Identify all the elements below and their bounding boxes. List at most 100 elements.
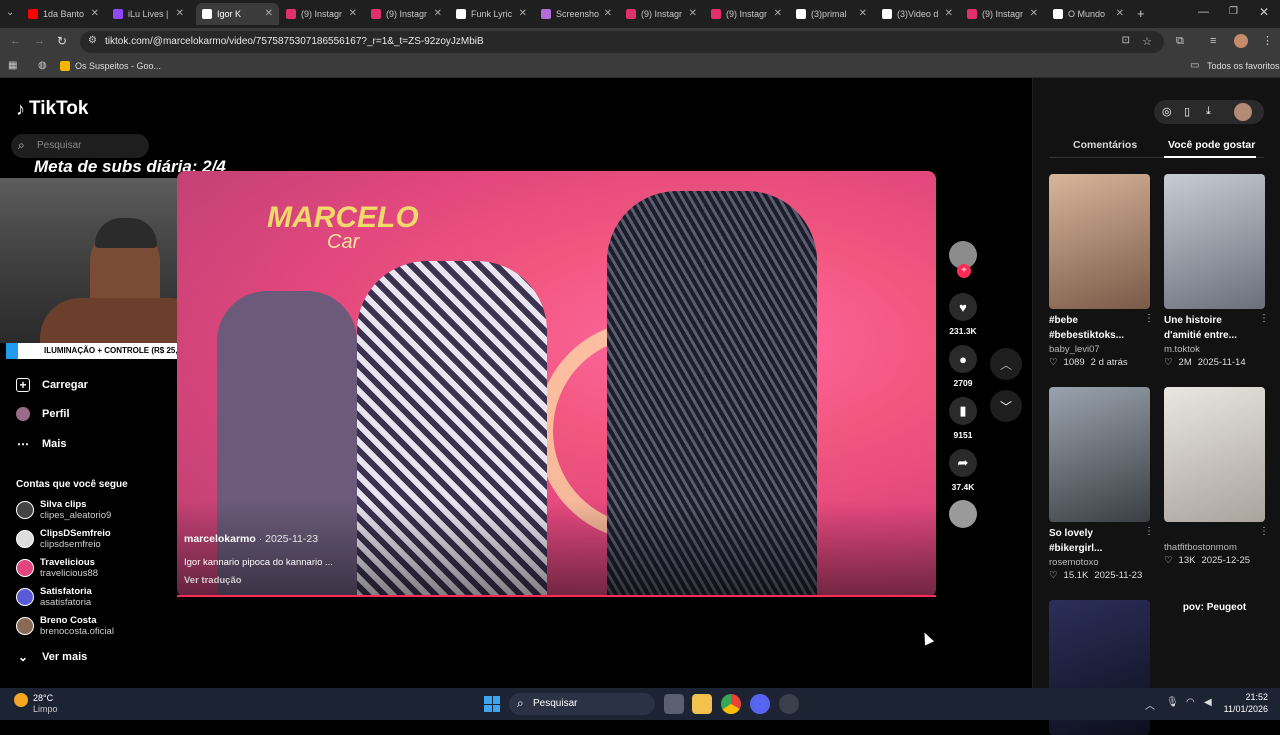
bookmark-star-icon[interactable]: ☆ [1142,35,1152,48]
tab-close-icon[interactable]: ✕ [434,8,442,19]
user-avatar[interactable] [1234,103,1252,121]
tab-close-icon[interactable]: ✕ [774,8,782,19]
translate-link[interactable]: Ver tradução [184,575,242,586]
video-thumbnail[interactable] [1164,174,1265,309]
nav-profile[interactable]: Perfil [16,407,70,421]
tab-close-icon[interactable]: ✕ [859,8,867,19]
nav-upload[interactable]: + Carregar [16,378,88,392]
browser-tab[interactable]: Igor K ✕ [196,3,279,25]
card-menu-icon[interactable]: ⋮ [1259,313,1269,324]
search-input[interactable]: ⌕ Pesquisar [11,134,149,158]
nav-more[interactable]: ⋯ Mais [16,437,66,451]
browser-tab[interactable]: (3)Video d ✕ [876,3,959,25]
next-video-button[interactable]: ﹀ [990,390,1022,422]
tab-close-icon[interactable]: ✕ [176,8,184,19]
card-author[interactable]: m.toktok [1164,344,1265,355]
browser-tab[interactable]: 1da Banto ✕ [22,3,105,25]
follow-plus-icon[interactable]: + [957,264,971,278]
new-tab-button[interactable]: + [1137,6,1145,21]
windows-start-icon[interactable] [484,696,500,712]
reload-button[interactable]: ↻ [57,34,67,48]
video-thumbnail[interactable] [1164,387,1265,522]
author-avatar-button[interactable]: + [949,241,977,278]
suggested-video-card[interactable]: ⋮ thatfitbostonmom ♡ 13K 2025-12-25 [1164,387,1269,566]
extensions-icon[interactable]: ⧉ [1176,35,1184,48]
browser-tab[interactable]: (9) Instagr ✕ [620,3,703,25]
file-explorer-icon[interactable] [692,694,712,714]
tab-close-icon[interactable]: ✕ [91,8,99,19]
following-account[interactable]: Breno Costa brenocosta.oficial [16,613,161,639]
browser-tab[interactable]: (3)primal ✕ [790,3,873,25]
microphone-icon[interactable]: 🎙 [1166,697,1179,708]
tab-close-icon[interactable]: ✕ [1030,8,1038,19]
card-author[interactable]: thatfitbostonmom [1164,542,1265,553]
video-thumbnail[interactable] [1049,387,1150,522]
like-button[interactable]: ♥ 231.3K [949,293,977,336]
address-bar[interactable]: ⚙ tiktok.com/@marcelokarmo/video/7575875… [80,31,1164,53]
chrome-icon[interactable] [721,694,741,714]
suggested-video-card[interactable]: ⋮ #bebe #bebestiktoks... baby_levi07 ♡ 1089 2… [1049,174,1154,368]
card-menu-icon[interactable]: ⋮ [1144,526,1154,537]
tab-close-icon[interactable]: ✕ [604,8,612,19]
volume-icon[interactable]: ◀ [1204,697,1212,708]
tab-comments[interactable]: Comentários [1073,139,1137,151]
chrome-menu-icon[interactable]: ⋮ [1262,34,1273,47]
media-controls-icon[interactable]: ≡ [1210,35,1216,47]
taskbar-search[interactable]: ⌕ Pesquisar [509,693,655,715]
card-author[interactable]: baby_levi07 [1049,344,1150,355]
phone-icon[interactable]: ▯ [1184,105,1190,118]
browser-tab[interactable]: O Mundo ✕ [1047,3,1130,25]
music-disc-button[interactable] [949,500,977,528]
share-button[interactable]: ➦ 37.4K [949,449,977,492]
wifi-icon[interactable]: ◠ [1186,697,1195,708]
weather-icon[interactable] [14,693,28,707]
browser-tab[interactable]: (9) Instagr ✕ [280,3,363,25]
comment-button[interactable]: ● 2709 [949,345,977,388]
profile-avatar[interactable] [1234,34,1248,48]
following-account[interactable]: Silva clips clipes_aleatorio9 [16,497,161,523]
compass-icon[interactable]: ◎ [1162,105,1172,118]
app-icon[interactable] [779,694,799,714]
video-progress-bar[interactable] [177,595,936,597]
suggested-video-card[interactable]: ⋮ So lovely #bikergirl... rosemotoxo ♡ 15.1K… [1049,387,1154,581]
tab-close-icon[interactable]: ✕ [1116,8,1124,19]
clock-time[interactable]: 21:52 [1226,692,1268,702]
tray-overflow-icon[interactable]: ︿ [1145,697,1155,712]
suggested-video-card[interactable]: ⋮ Une histoire d'amitié entre... m.toktok ♡… [1164,174,1269,368]
download-icon[interactable]: ⤓ [1206,105,1211,118]
tab-close-icon[interactable]: ✕ [689,8,697,19]
back-button[interactable]: ← [10,35,21,47]
forward-button[interactable]: → [34,35,45,47]
browser-tab[interactable]: (9) Instagr ✕ [961,3,1044,25]
tab-suggested[interactable]: Você pode gostar [1168,139,1255,151]
video-author[interactable]: marcelokarmo [184,533,256,545]
previous-video-button[interactable]: ︿ [990,348,1022,380]
card-author[interactable]: rosemotoxo [1049,557,1150,568]
close-window-button[interactable]: ✕ [1259,5,1269,19]
following-account[interactable]: Travelicious travelicious88 [16,555,161,581]
tab-close-icon[interactable]: ✕ [349,8,357,19]
all-bookmarks-link[interactable]: Todos os favoritos [1207,61,1280,71]
tab-close-icon[interactable]: ✕ [265,8,273,19]
apps-grid-icon[interactable]: ▦ [8,60,17,71]
video-player[interactable]: MARCELO Car marcelokarmo · 2025-11-23 Ig… [177,171,936,597]
tiktok-logo[interactable]: ♪ TikTok [16,98,88,120]
save-button[interactable]: ▮ 9151 [949,397,977,440]
tab-close-icon[interactable]: ✕ [945,8,953,19]
bookmark-item[interactable]: Os Suspeitos - Goo... [75,61,161,71]
minimize-button[interactable]: — [1198,6,1209,18]
install-app-icon[interactable]: ⊡ [1122,35,1130,46]
card-menu-icon[interactable]: ⋮ [1144,313,1154,324]
browser-tab[interactable]: Screensho ✕ [535,3,618,25]
browser-tab[interactable]: iLu Lives | ✕ [107,3,190,25]
browser-tab[interactable]: Funk Lyric ✕ [450,3,533,25]
browser-tab[interactable]: (9) Instagr ✕ [365,3,448,25]
following-account[interactable]: ClipsDSemfreio clipsdsemfreio [16,526,161,552]
following-account[interactable]: Satisfatoria asatisfatoria [16,584,161,610]
site-info-icon[interactable]: ⚙ [88,35,97,46]
suggested-video-card[interactable]: pov: Peugeot [1164,600,1265,615]
clock-date[interactable]: 11/01/2026 [1216,704,1268,714]
task-view-icon[interactable] [664,694,684,714]
see-more-button[interactable]: ⌄ Ver mais [16,650,87,664]
tab-search-icon[interactable]: ⌄ [6,7,14,18]
